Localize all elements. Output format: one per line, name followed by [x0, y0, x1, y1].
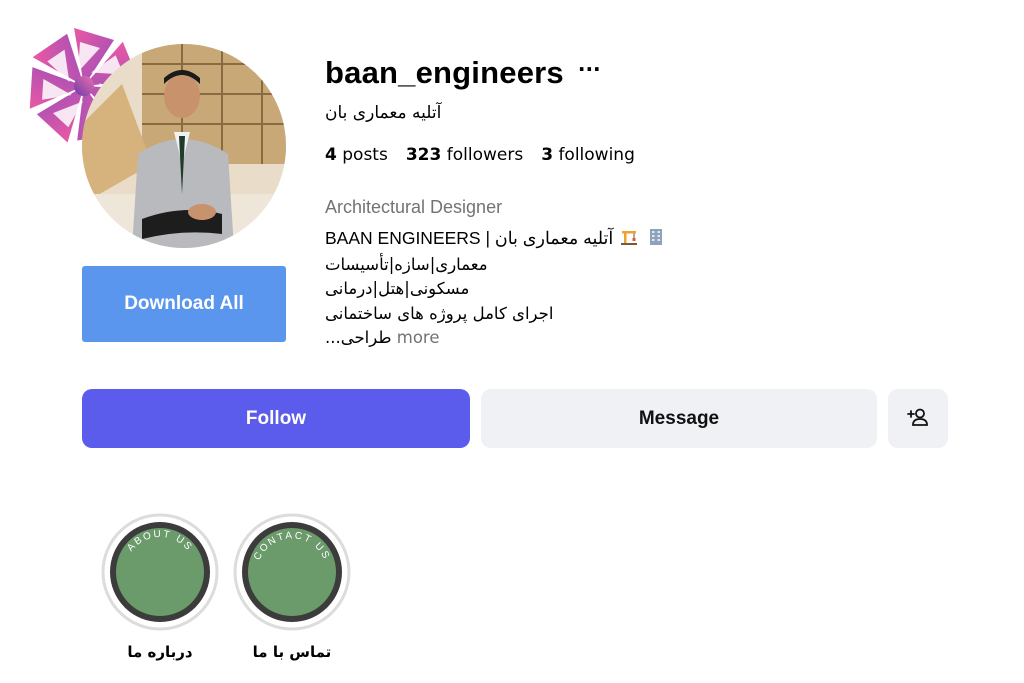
following-label: following — [558, 145, 635, 165]
options-icon[interactable]: ··· — [578, 59, 601, 79]
profile-page: Download All baan_engineers ··· آتلیه مع… — [0, 0, 1024, 683]
profile-avatar[interactable] — [82, 44, 286, 248]
construction-crane-icon — [620, 228, 638, 253]
message-button[interactable]: Message — [481, 389, 877, 448]
full-name: آتلیه معماری بان — [325, 103, 442, 123]
category-label: Architectural Designer — [325, 197, 503, 217]
highlight-label: تماس با ما — [252, 643, 332, 661]
add-user-button[interactable] — [888, 389, 948, 448]
posts-count: 4 — [325, 145, 337, 165]
bio-line-2: معماری|سازه|تأسیسات — [325, 254, 488, 274]
highlight-about-us[interactable]: ABOUT US درباره ما — [101, 513, 219, 661]
download-all-button[interactable]: Download All — [82, 266, 286, 342]
posts-label: posts — [342, 145, 388, 165]
followers-label: followers — [446, 145, 524, 165]
bio: BAAN ENGINEERS | آتلیه معماری بان معماری… — [325, 226, 667, 351]
following-count: 3 — [541, 145, 554, 165]
add-person-icon — [907, 406, 929, 432]
bio-line-1: BAAN ENGINEERS | آتلیه معماری بان — [325, 226, 667, 253]
highlight-contact-us[interactable]: CONTACT US تماس با ما — [233, 513, 351, 661]
followers-stat[interactable]: 323 followers — [406, 145, 523, 165]
follow-button[interactable]: Follow — [82, 389, 470, 448]
office-building-icon — [647, 228, 665, 253]
username: baan_engineers — [325, 55, 564, 90]
profile-stats: 4 posts 323 followers 3 following — [325, 145, 635, 165]
highlight-about-us-ring: ABOUT US — [101, 513, 219, 631]
highlight-label: درباره ما — [127, 643, 193, 661]
posts-stat[interactable]: 4 posts — [325, 145, 388, 165]
more-link[interactable]: more — [397, 328, 440, 347]
followers-count: 323 — [405, 145, 442, 165]
bio-line-3: مسکونی|هتل|درمانی — [325, 279, 470, 298]
bio-line-5-text: طراحی... — [325, 328, 392, 347]
username-row: baan_engineers ··· — [325, 55, 601, 91]
bio-line-1-text: BAAN ENGINEERS | آتلیه معماری بان — [325, 228, 614, 248]
following-stat[interactable]: 3 following — [541, 145, 635, 165]
bio-line-5: طراحی... more — [325, 326, 667, 351]
highlight-contact-us-ring: CONTACT US — [233, 513, 351, 631]
bio-line-4: اجرای کامل پروژه های ساختمانی — [325, 303, 554, 323]
